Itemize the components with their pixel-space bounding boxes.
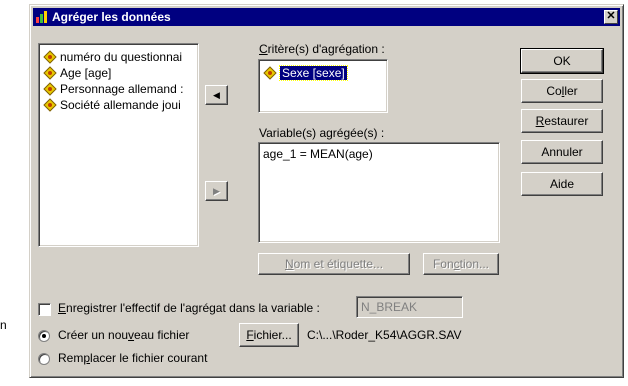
- ok-button[interactable]: OK: [520, 48, 604, 74]
- new-file-label: Créer un nouveau fichier: [58, 328, 190, 342]
- list-item[interactable]: Sexe [sexe]: [263, 65, 348, 81]
- aggregated-vars-label: Variable(s) agrégée(s) :: [259, 126, 385, 140]
- list-item-label: Personnage allemand :: [60, 82, 184, 96]
- paste-button[interactable]: Coller: [521, 79, 603, 103]
- list-item[interactable]: Age [age]: [43, 66, 111, 80]
- variable-icon: [43, 66, 57, 80]
- help-button[interactable]: Aide: [521, 172, 603, 196]
- reset-button[interactable]: Restaurer: [521, 109, 603, 133]
- variable-icon: [263, 66, 277, 80]
- window-title: Agréger les données: [52, 10, 171, 24]
- file-button[interactable]: Fichier...: [239, 323, 299, 347]
- list-item-label: numéro du questionnai: [60, 50, 183, 64]
- save-count-checkbox[interactable]: [38, 303, 51, 316]
- break-vars-list[interactable]: Sexe [sexe]: [258, 59, 388, 113]
- radio-dot: [42, 334, 46, 338]
- clipped-text: n: [0, 318, 7, 332]
- variable-icon: [43, 98, 57, 112]
- function-button[interactable]: Fonction...: [423, 253, 499, 275]
- variable-icon: [43, 50, 57, 64]
- new-file-radio[interactable]: [38, 330, 50, 342]
- aggregate-dialog: Agréger les données ✕ numéro du question…: [29, 4, 624, 378]
- variable-icon: [43, 82, 57, 96]
- list-item-label: Sexe [sexe]: [279, 65, 348, 81]
- name-label-button[interactable]: Nom et étiquette...: [258, 253, 410, 275]
- move-to-break-button[interactable]: ◀: [205, 85, 228, 105]
- source-variable-list[interactable]: numéro du questionnai Age [age] Personna…: [38, 43, 199, 247]
- replace-file-radio[interactable]: [38, 353, 50, 365]
- break-vars-label: Critère(s) d'agrégation :: [259, 42, 385, 56]
- cancel-button[interactable]: Annuler: [521, 140, 603, 164]
- title-bar[interactable]: Agréger les données ✕: [33, 8, 620, 26]
- save-count-label: Enregistrer l'effectif de l'agrégat dans…: [58, 301, 320, 315]
- close-icon: ✕: [606, 10, 616, 22]
- count-variable-field[interactable]: N_BREAK: [356, 296, 463, 318]
- list-item[interactable]: Personnage allemand :: [43, 82, 183, 96]
- arrow-left-icon: ◀: [213, 90, 220, 100]
- app-icon: [36, 11, 47, 23]
- list-item[interactable]: numéro du questionnai: [43, 50, 182, 64]
- arrow-right-icon: ▶: [213, 186, 220, 196]
- list-item[interactable]: age_1 = MEAN(age): [263, 147, 373, 161]
- move-to-aggregated-button[interactable]: ▶: [205, 181, 228, 201]
- close-button[interactable]: ✕: [604, 10, 618, 24]
- aggregated-vars-list[interactable]: age_1 = MEAN(age): [258, 142, 500, 243]
- list-item[interactable]: Société allemande joui: [43, 98, 181, 112]
- list-item-label: Société allemande joui: [60, 98, 181, 112]
- list-item-label: Age [age]: [60, 66, 112, 80]
- replace-file-label: Remplacer le fichier courant: [58, 351, 208, 365]
- file-path-text: C:\...\Roder_K54\AGGR.SAV: [307, 328, 462, 342]
